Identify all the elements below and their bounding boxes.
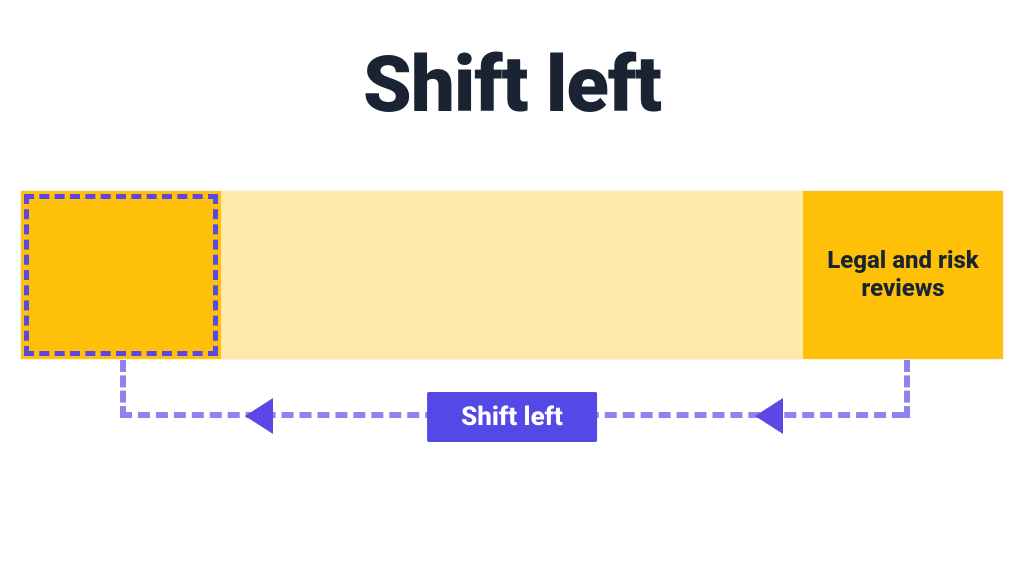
shift-left-pill: Shift left — [427, 392, 597, 442]
arrow-left-icon — [245, 398, 273, 434]
connector-stub-left — [120, 360, 126, 418]
timeline-target-slot — [21, 191, 221, 359]
arrow-left-icon — [755, 398, 783, 434]
diagram-title: Shift left — [0, 40, 1024, 131]
timeline-bar: Legal and risk reviews — [20, 190, 1004, 360]
shift-connector: Shift left — [20, 360, 1004, 480]
timeline-source-slot: Legal and risk reviews — [803, 191, 1003, 359]
timeline-middle — [221, 191, 803, 359]
timeline-source-label: Legal and risk reviews — [817, 247, 989, 302]
connector-stub-right — [904, 360, 910, 418]
